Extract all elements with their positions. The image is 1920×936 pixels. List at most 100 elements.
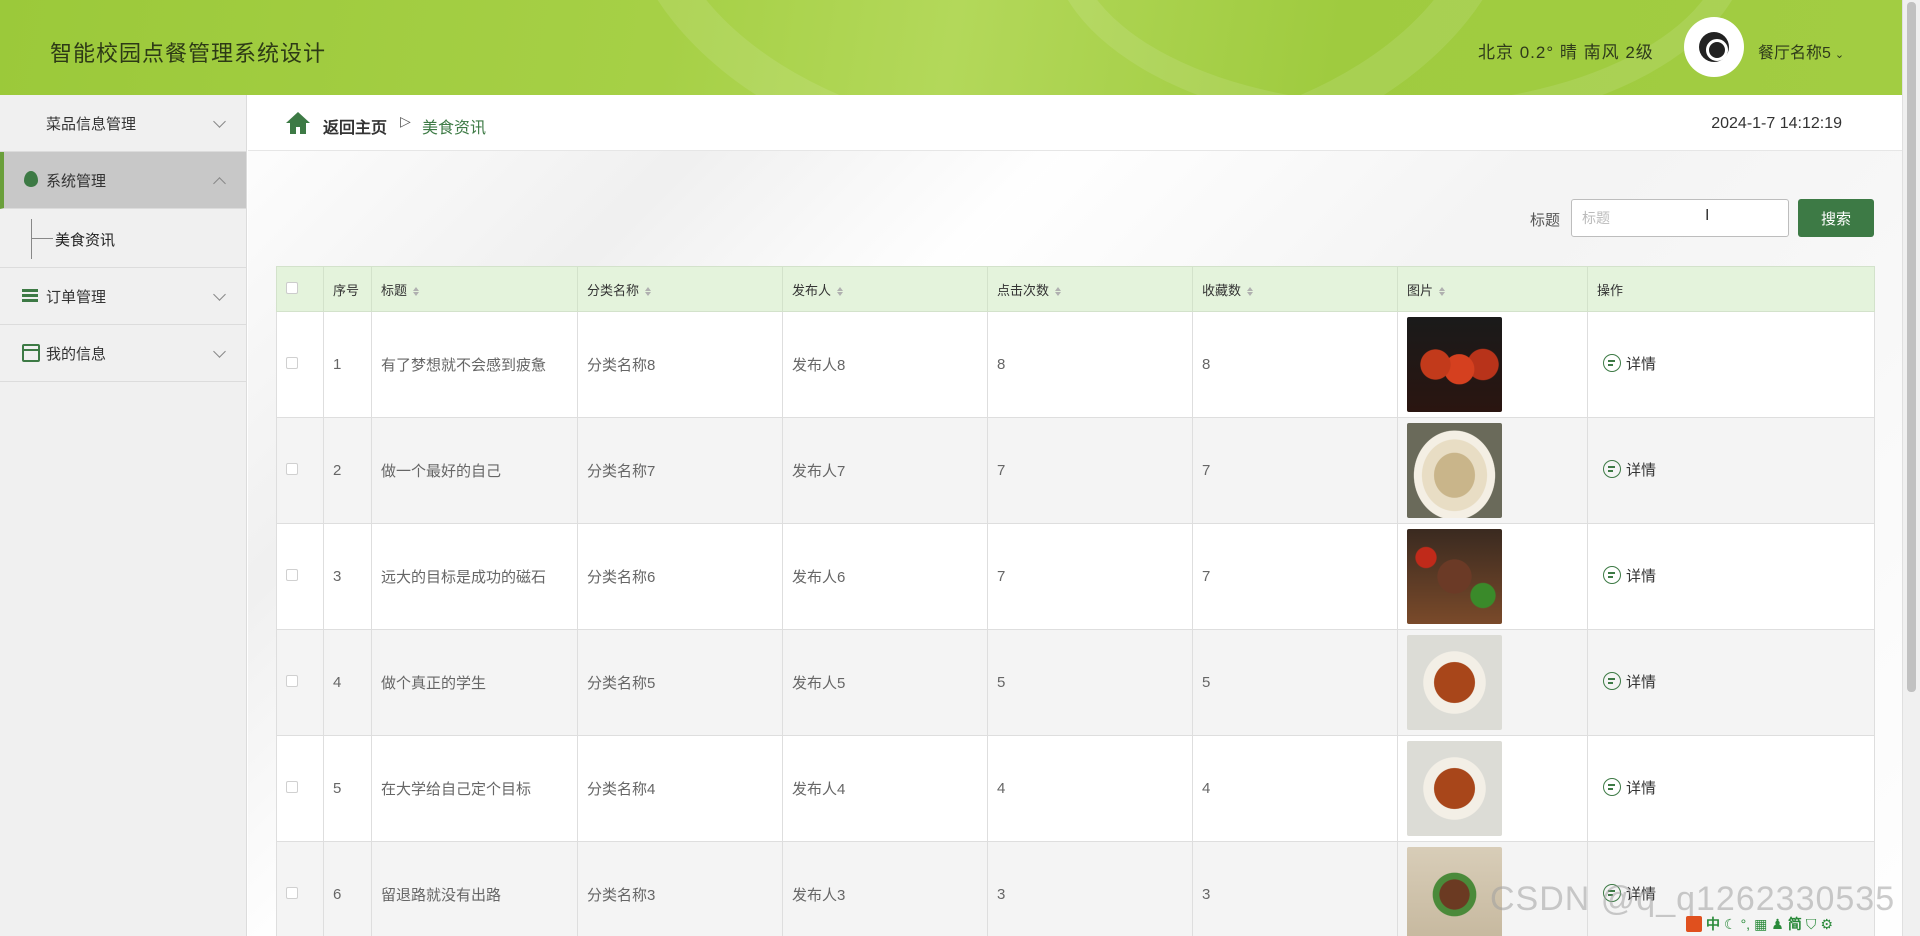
submenu-food-news[interactable]: 美食资讯	[0, 209, 246, 268]
cell-clicks: 5	[987, 629, 1193, 736]
column-header-publisher[interactable]: 发布人	[782, 266, 988, 312]
sort-icon[interactable]	[1055, 286, 1061, 297]
header-checkbox-cell[interactable]	[276, 266, 324, 312]
punctuation-icon[interactable]: °,	[1741, 916, 1751, 932]
cell-title: 留退路就没有出路	[371, 841, 578, 936]
cell-clicks: 8	[987, 311, 1193, 418]
column-header-category[interactable]: 分类名称	[577, 266, 783, 312]
chevron-down-icon	[213, 115, 226, 128]
ime-toolbar[interactable]: 中 ☾ °, ▦ ♟ 简 ⛉ ⚙	[1686, 914, 1833, 934]
row-checkbox-cell	[276, 735, 324, 842]
sort-icon[interactable]	[413, 286, 419, 297]
chevron-down-icon	[213, 345, 226, 358]
sort-icon[interactable]	[837, 286, 843, 297]
home-icon[interactable]	[285, 111, 311, 135]
leaf-icon	[24, 171, 38, 187]
cell-title: 有了梦想就不会感到疲惫	[371, 311, 578, 418]
cell-title: 远大的目标是成功的磁石	[371, 523, 578, 630]
cell-favorites: 8	[1192, 311, 1398, 418]
row-checkbox-cell	[276, 523, 324, 630]
food-image[interactable]	[1407, 317, 1502, 412]
breadcrumb-bar: 返回主页 ▷ 美食资讯 2024-1-7 14:12:19	[248, 95, 1902, 151]
detail-button[interactable]: 详情	[1603, 777, 1656, 798]
column-label: 分类名称	[587, 282, 640, 298]
detail-button[interactable]: 详情	[1603, 353, 1656, 374]
cell-no: 6	[323, 841, 372, 936]
table-row: 5 在大学给自己定个目标 分类名称4 发布人4 4 4 详情	[276, 735, 1875, 842]
detail-icon	[1603, 354, 1621, 373]
moon-icon[interactable]: ☾	[1724, 916, 1737, 933]
settings-gear-icon[interactable]: ⚙	[1820, 916, 1833, 933]
row-checkbox[interactable]	[286, 569, 298, 581]
sidebar-item-order-management[interactable]: 订单管理	[0, 268, 246, 325]
detail-button[interactable]: 详情	[1603, 565, 1656, 586]
user-icon[interactable]: ♟	[1771, 916, 1784, 933]
column-label: 操作	[1597, 282, 1624, 298]
row-checkbox[interactable]	[286, 781, 298, 793]
column-header-image[interactable]: 图片	[1397, 266, 1588, 312]
sidebar-item-dish-management[interactable]: 菜品信息管理	[0, 95, 246, 152]
cell-title: 做一个最好的自己	[371, 417, 578, 524]
table-row: 2 做一个最好的自己 分类名称7 发布人7 7 7 详情	[276, 417, 1875, 524]
list-icon	[22, 287, 40, 305]
column-header-no: 序号	[323, 266, 372, 312]
ime-logo-icon[interactable]	[1686, 916, 1702, 932]
food-image[interactable]	[1407, 741, 1502, 836]
breadcrumb-home-link[interactable]: 返回主页	[323, 114, 387, 138]
cell-favorites: 3	[1192, 841, 1398, 936]
food-image[interactable]	[1407, 529, 1502, 624]
weather-info: 北京 0.2° 晴 南风 2级	[1478, 43, 1654, 62]
cell-publisher: 发布人4	[782, 735, 988, 842]
cell-clicks: 7	[987, 417, 1193, 524]
detail-icon	[1603, 566, 1621, 585]
cell-publisher: 发布人6	[782, 523, 988, 630]
sort-icon[interactable]	[645, 286, 651, 297]
sort-icon[interactable]	[1247, 286, 1253, 297]
detail-icon	[1603, 672, 1621, 691]
cell-image	[1397, 629, 1588, 736]
food-image[interactable]	[1407, 847, 1502, 936]
cell-category: 分类名称4	[577, 735, 783, 842]
column-label: 序号	[333, 282, 360, 298]
grid-icon	[22, 114, 40, 132]
keyboard-icon[interactable]: ▦	[1754, 916, 1767, 933]
select-all-checkbox[interactable]	[286, 281, 298, 294]
sidebar-item-my-info[interactable]: 我的信息	[0, 325, 246, 382]
skin-icon[interactable]: ⛉	[1806, 916, 1817, 933]
search-button[interactable]: 搜索	[1798, 199, 1874, 237]
sidebar-item-system-management[interactable]: 系统管理	[0, 152, 246, 209]
user-name: 餐厅名称5	[1758, 45, 1831, 62]
cell-clicks: 4	[987, 735, 1193, 842]
sort-icon[interactable]	[1439, 286, 1445, 297]
scrollbar-thumb[interactable]	[1907, 2, 1916, 692]
detail-button[interactable]: 详情	[1603, 459, 1656, 480]
food-image[interactable]	[1407, 635, 1502, 730]
text-cursor-icon: I	[1705, 207, 1710, 224]
vertical-scrollbar[interactable]	[1902, 0, 1920, 936]
table-row: 3 远大的目标是成功的磁石 分类名称6 发布人6 7 7 详情	[276, 523, 1875, 630]
detail-button[interactable]: 详情	[1603, 671, 1656, 692]
column-header-title[interactable]: 标题	[371, 266, 578, 312]
cell-category: 分类名称3	[577, 841, 783, 936]
simplified-icon[interactable]: 简	[1788, 914, 1802, 934]
row-checkbox[interactable]	[286, 357, 298, 369]
cell-favorites: 5	[1192, 629, 1398, 736]
row-checkbox[interactable]	[286, 463, 298, 475]
food-image[interactable]	[1407, 423, 1502, 518]
main-content: 返回主页 ▷ 美食资讯 2024-1-7 14:12:19 标题 I 搜索 序号…	[248, 95, 1902, 936]
cell-actions: 详情	[1587, 735, 1875, 842]
cell-category: 分类名称5	[577, 629, 783, 736]
user-menu[interactable]: 餐厅名称5 ⌄	[1758, 39, 1844, 63]
row-checkbox[interactable]	[286, 887, 298, 899]
column-label: 发布人	[792, 282, 832, 298]
ime-mode-icon[interactable]: 中	[1706, 914, 1720, 934]
row-checkbox[interactable]	[286, 675, 298, 687]
title-search-input[interactable]	[1571, 199, 1789, 237]
cell-actions: 详情	[1587, 417, 1875, 524]
chevron-down-icon	[213, 288, 226, 301]
sidebar-item-label: 我的信息	[46, 345, 107, 363]
column-header-favorites[interactable]: 收藏数	[1192, 266, 1398, 312]
avatar[interactable]	[1684, 17, 1744, 77]
cell-actions: 详情	[1587, 629, 1875, 736]
column-header-clicks[interactable]: 点击次数	[987, 266, 1193, 312]
